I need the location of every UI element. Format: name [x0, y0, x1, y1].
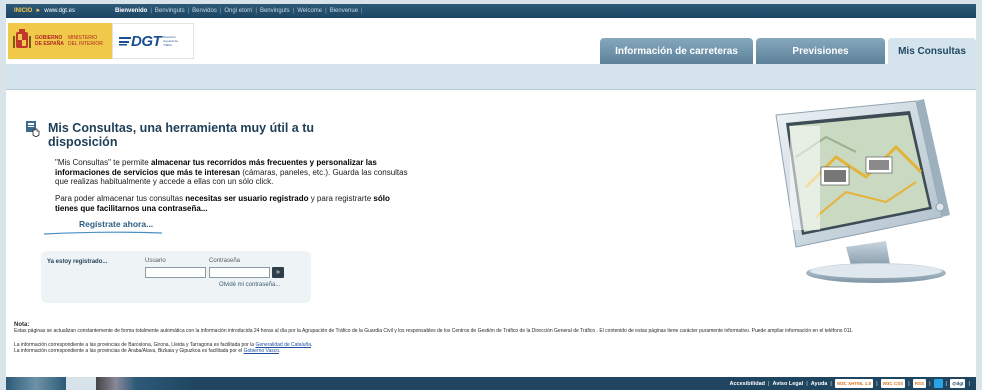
- twitter-icon[interactable]: [933, 379, 943, 388]
- aviso-legal-link[interactable]: Aviso Legal: [773, 381, 804, 387]
- arrow-right-icon: ►: [35, 8, 42, 14]
- lang-5: Welcome: [297, 8, 323, 14]
- bottom-bar: Accesibilidad | Aviso Legal | Ayuda | W3…: [6, 377, 976, 390]
- ya-registrado-label: Ya estoy registrado...: [47, 259, 108, 265]
- w3c-xhtml-badge[interactable]: W3C XHTML 1.0: [834, 379, 874, 388]
- ministerio-text: MINISTERIO DEL INTERIOR: [68, 35, 103, 47]
- consultas-hand-icon: [26, 121, 40, 137]
- intro-paragraph: "Mis Consultas" te permite almacenar tus…: [55, 158, 408, 186]
- social-badge[interactable]: @dgt: [950, 379, 966, 388]
- contrasena-label: Contraseña: [209, 258, 241, 264]
- registrate-link[interactable]: Regístrate ahora...: [79, 219, 153, 229]
- dgt-stripes-icon: [119, 37, 131, 46]
- contrasena-input[interactable]: [209, 267, 270, 278]
- register-paragraph: Para poder almacenar tus consultas neces…: [55, 194, 390, 213]
- lang-6: Bienvenue: [329, 8, 359, 14]
- title-block: Mis Consultas, una herramienta muy útil …: [26, 121, 368, 149]
- page-title: Mis Consultas, una herramienta muy útil …: [48, 121, 315, 149]
- dgt-logo[interactable]: DGT Dirección General de Tráfico: [112, 23, 194, 59]
- tab-mis-consultas[interactable]: Mis Consultas: [888, 38, 976, 64]
- login-submit-button[interactable]: »: [272, 267, 284, 278]
- gobierno-logo[interactable]: GOBIERNO DE ESPAÑA MINISTERIO DEL INTERI…: [8, 23, 112, 59]
- welcome-text: Bienvenido: [114, 8, 148, 14]
- forgot-password-link[interactable]: Olvidé mi contraseña...: [219, 282, 280, 288]
- nota-text: Estas páginas se actualizan constantemen…: [14, 328, 854, 334]
- page-frame: INICIO ► www.dgt.es Bienvenido | Benving…: [6, 4, 976, 390]
- usuario-input[interactable]: [145, 267, 206, 278]
- rss-badge[interactable]: RSS: [912, 379, 926, 388]
- decorative-swoosh: [44, 231, 162, 235]
- dgt-logo-sub: Dirección General de Tráfico: [163, 35, 179, 47]
- lang-3: Ongi etorri: [224, 8, 253, 14]
- lang-4: Benvinguts: [259, 8, 290, 14]
- accesibilidad-link[interactable]: Accesibilidad: [730, 381, 765, 387]
- coat-of-arms-icon: [12, 27, 32, 55]
- site-header: GOBIERNO DE ESPAÑA MINISTERIO DEL INTERI…: [6, 18, 976, 64]
- inicio-link[interactable]: INICIO: [14, 8, 32, 14]
- main-content: Mis Consultas, una herramienta muy útil …: [6, 91, 976, 317]
- sub-bar: [6, 64, 976, 90]
- tab-informacion-carreteras[interactable]: Información de carreteras: [600, 38, 753, 64]
- logos: GOBIERNO DE ESPAÑA MINISTERIO DEL INTERI…: [8, 23, 194, 59]
- top-strip: INICIO ► www.dgt.es Bienvenido | Benving…: [6, 4, 976, 18]
- monitor-illustration: [775, 99, 950, 283]
- footer-photo-strip: [6, 377, 196, 390]
- tab-previsiones[interactable]: Previsiones: [756, 38, 885, 64]
- lang-1: Benvinguts: [154, 8, 185, 14]
- lang-2: Benvidos: [192, 8, 217, 14]
- gobierno-vasco-link[interactable]: Gobierno Vasco: [244, 348, 279, 354]
- usuario-label: Usuario: [145, 258, 166, 264]
- login-box: Ya estoy registrado... Usuario Contraseñ…: [41, 251, 311, 303]
- footnote: Nota: Estas páginas se actualizan consta…: [14, 322, 964, 354]
- gobierno-text: GOBIERNO DE ESPAÑA: [35, 35, 64, 47]
- w3c-css-badge[interactable]: W3C CSS: [880, 379, 906, 388]
- info-vasco: La información correspondiente a las pro…: [14, 348, 281, 354]
- ayuda-link[interactable]: Ayuda: [811, 381, 828, 387]
- site-url-link[interactable]: www.dgt.es: [44, 8, 75, 14]
- main-tabs: Información de carreteras Previsiones Mi…: [600, 38, 976, 64]
- dgt-logo-text: DGT: [131, 32, 162, 50]
